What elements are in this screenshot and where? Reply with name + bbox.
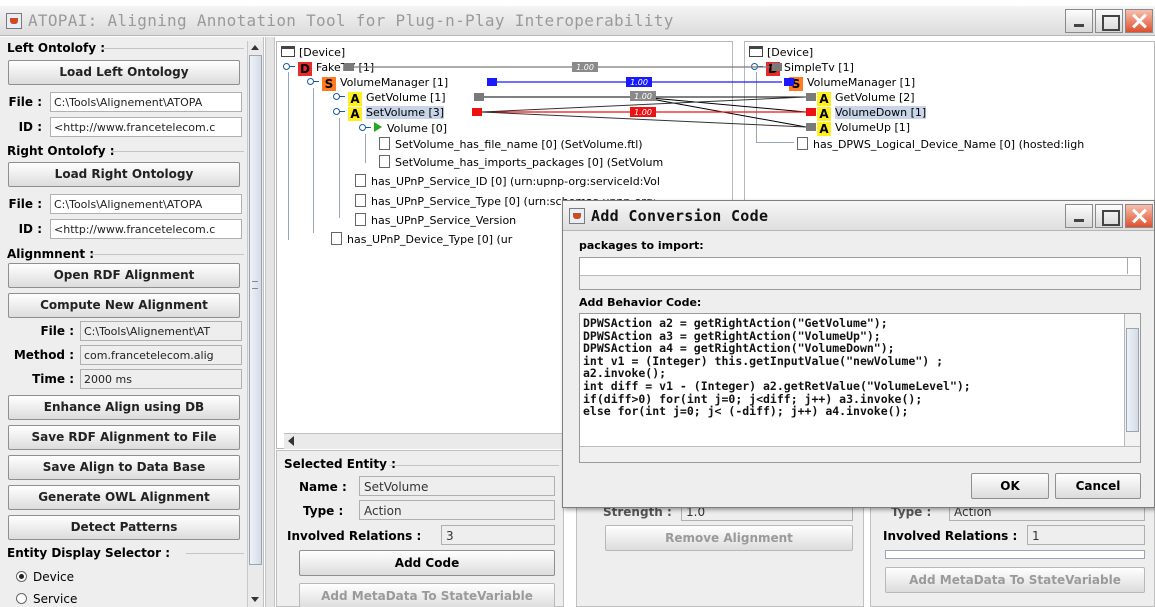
add-code-button[interactable]: Add Code: [299, 550, 555, 576]
link-service[interactable]: 1.00: [487, 77, 794, 87]
behavior-code-editor[interactable]: DPWSAction a2 = getRightAction("GetVolum…: [579, 313, 1141, 463]
code-vscrollbar[interactable]: [1124, 314, 1140, 448]
involved-relations-label: Involved Relations :: [287, 529, 422, 543]
add-metadata-statevariable-button[interactable]: Add MetaData To StateVariable: [299, 583, 555, 607]
group-divider: [389, 465, 559, 466]
packages-label: packages to import:: [579, 239, 704, 252]
svg-text:1.00: 1.00: [634, 108, 652, 117]
involved-relations-field: 3: [441, 525, 555, 545]
behavior-code-text[interactable]: DPWSAction a2 = getRightAction("GetVolum…: [583, 317, 971, 418]
entity-type-field: Action: [359, 500, 555, 520]
right-involved-relations-field: 1: [1027, 525, 1145, 545]
right-add-metadata-button[interactable]: Add MetaData To StateVariable: [885, 567, 1145, 593]
svg-text:1.00: 1.00: [576, 63, 594, 72]
packages-hscrollbar[interactable]: [580, 275, 1140, 289]
close-icon[interactable]: [1125, 204, 1153, 228]
entity-name-field: SetVolume: [359, 476, 555, 496]
progress-bar: [885, 550, 1145, 559]
remove-alignment-button[interactable]: Remove Alignment: [605, 525, 853, 551]
right-involved-relations-label: Involved Relations :: [883, 529, 1018, 543]
spinner-icon[interactable]: [1127, 258, 1140, 274]
packages-import-field[interactable]: [579, 257, 1141, 290]
link-device[interactable]: 1.00: [344, 62, 782, 72]
minimize-icon[interactable]: [1065, 204, 1093, 228]
scroll-left-icon[interactable]: [288, 436, 294, 446]
selected-entity-panel: Selected Entity : Name : SetVolume Type …: [276, 450, 564, 607]
ok-button[interactable]: OK: [971, 473, 1049, 499]
selected-entity-title: Selected Entity :: [284, 457, 396, 471]
dialog-titlebar: Add Conversion Code: [563, 201, 1154, 231]
left-tree-hscrollbar[interactable]: [284, 433, 564, 449]
behavior-code-label: Add Behavior Code:: [579, 296, 702, 309]
add-conversion-code-dialog: Add Conversion Code packages to import: …: [562, 200, 1155, 508]
scroll-thumb[interactable]: [1126, 328, 1139, 432]
svg-text:1.00: 1.00: [630, 78, 648, 87]
entity-type-label: Type :: [303, 504, 344, 518]
maximize-icon[interactable]: [1095, 204, 1123, 228]
entity-name-label: Name :: [299, 480, 347, 494]
cancel-button[interactable]: Cancel: [1055, 473, 1141, 499]
code-hscrollbar[interactable]: [580, 446, 1140, 462]
dialog-title: Add Conversion Code: [591, 207, 769, 225]
svg-text:1.00: 1.00: [634, 92, 652, 101]
link-setvolume[interactable]: 1.00: [472, 96, 816, 131]
java-app-icon: [569, 208, 585, 224]
dialog-window-controls: [1065, 204, 1153, 228]
